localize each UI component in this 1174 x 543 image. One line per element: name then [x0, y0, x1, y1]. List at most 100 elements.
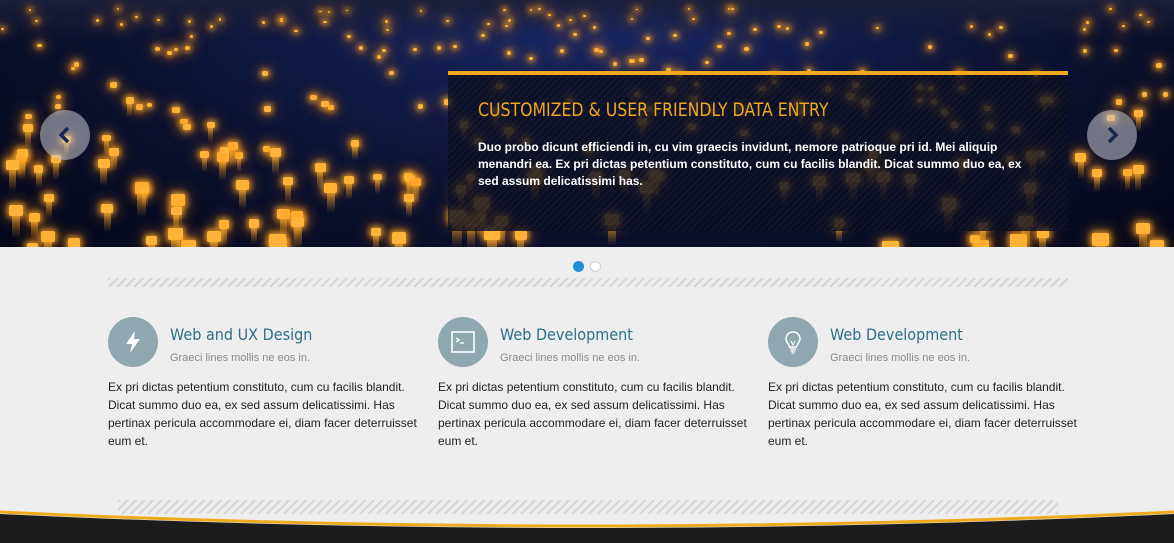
lantern-light	[969, 234, 981, 244]
lantern-light	[55, 94, 62, 100]
lantern-light	[417, 103, 424, 109]
lantern-reflection	[142, 193, 148, 208]
lantern-light	[391, 231, 407, 244]
feature-subtitle: Graeci lines mollis ne eos in.	[500, 352, 641, 364]
lantern-light	[219, 146, 230, 155]
lantern-light	[207, 231, 221, 243]
lantern-light	[98, 158, 110, 168]
lantern-light	[1083, 49, 1088, 53]
lantern-light	[321, 100, 330, 108]
lantern-light	[262, 71, 269, 76]
lantern-light	[384, 20, 388, 23]
lightning-icon	[126, 331, 140, 353]
lantern-light	[310, 94, 317, 101]
lantern-reflection	[1039, 237, 1047, 247]
lantern-light	[43, 194, 54, 203]
chevron-right-icon	[1107, 126, 1119, 144]
slider-next-button[interactable]	[1087, 110, 1137, 160]
lantern-reflection	[19, 157, 26, 175]
lantern-light	[189, 34, 193, 38]
lantern-light	[777, 24, 781, 28]
lantern-light	[528, 56, 533, 60]
lantern-light	[37, 44, 42, 48]
lantern-light	[350, 140, 360, 147]
lantern-light	[969, 25, 974, 28]
feature-title: Web Development	[830, 325, 963, 344]
lantern-reflection	[1138, 234, 1148, 247]
lantern-light	[486, 22, 490, 26]
lantern-reflection	[11, 215, 20, 238]
lantern-reflection	[979, 230, 986, 247]
lantern-reflection	[394, 243, 404, 247]
lantern-light	[1155, 63, 1162, 69]
lantern-light	[327, 10, 331, 13]
slide-caption-title: CUSTOMIZED & USER FRIENDLY DATA ENTRY	[478, 99, 829, 121]
lantern-light	[9, 205, 23, 216]
lantern-reflection	[486, 239, 497, 247]
lantern-light	[1133, 110, 1143, 118]
lantern-light	[1, 27, 5, 30]
feature-subtitle: Graeci lines mollis ne eos in.	[170, 352, 311, 364]
slider-dot-2[interactable]	[590, 261, 601, 272]
lantern-light	[171, 107, 180, 114]
lantern-light	[269, 147, 282, 157]
lantern-reflection	[352, 146, 358, 161]
lantern-light	[109, 148, 119, 156]
lantern-light	[67, 238, 81, 247]
lantern-reflection	[1124, 175, 1131, 191]
lantern-light	[1085, 21, 1089, 24]
feature-subtitle: Graeci lines mollis ne eos in.	[830, 352, 971, 364]
lantern-reflection	[372, 236, 379, 247]
lantern-reflection	[1095, 246, 1106, 247]
lantern-light	[200, 150, 209, 158]
lantern-light	[25, 113, 33, 120]
lantern-light	[1092, 233, 1109, 247]
lantern-light	[573, 33, 577, 36]
lantern-light	[41, 231, 56, 243]
lantern-light	[612, 62, 618, 66]
lantern-light	[1147, 20, 1151, 24]
lantern-light	[538, 8, 541, 10]
lantern-light	[27, 242, 38, 247]
feature-icon-circle	[768, 317, 818, 367]
lantern-light	[370, 228, 381, 237]
lantern-light	[167, 50, 173, 55]
lantern-light	[282, 176, 294, 186]
lantern-light	[22, 124, 33, 133]
lantern-light	[54, 103, 62, 109]
lantern-light	[95, 19, 99, 22]
lantern-light	[277, 209, 290, 220]
feature-body: Ex pri dictas petentium constituto, cum …	[108, 380, 417, 448]
lantern-light	[1135, 222, 1151, 235]
slider-dot-1[interactable]	[573, 261, 584, 272]
lantern-reflection	[44, 242, 53, 247]
lantern-light	[717, 44, 722, 49]
lantern-light	[506, 50, 512, 55]
lantern-light	[639, 57, 645, 63]
lantern-light	[218, 219, 230, 229]
lantern-reflection	[413, 186, 420, 203]
lantern-light	[171, 206, 182, 216]
lantern-reflection	[52, 163, 59, 180]
lantern-light	[102, 134, 111, 142]
lantern-light	[183, 124, 191, 131]
lantern-light	[6, 160, 19, 171]
lantern-reflection	[516, 239, 525, 247]
lantern-reflection	[1077, 161, 1085, 180]
lantern-reflection	[236, 158, 242, 172]
lantern-light	[154, 46, 160, 51]
lantern-light	[805, 42, 810, 46]
lantern-light	[504, 24, 509, 28]
lantern-light	[1149, 239, 1164, 247]
lantern-light	[569, 18, 572, 21]
lantern-light	[264, 105, 272, 112]
lantern-light	[583, 14, 586, 17]
lantern-light	[730, 8, 734, 11]
lantern-reflection	[201, 157, 207, 172]
lantern-light	[249, 219, 260, 228]
footer-wave	[0, 510, 1174, 543]
lantern-reflection	[210, 242, 219, 247]
lantern-light	[1109, 8, 1112, 11]
slider-prev-button[interactable]	[40, 110, 90, 160]
lantern-reflection	[24, 132, 31, 149]
